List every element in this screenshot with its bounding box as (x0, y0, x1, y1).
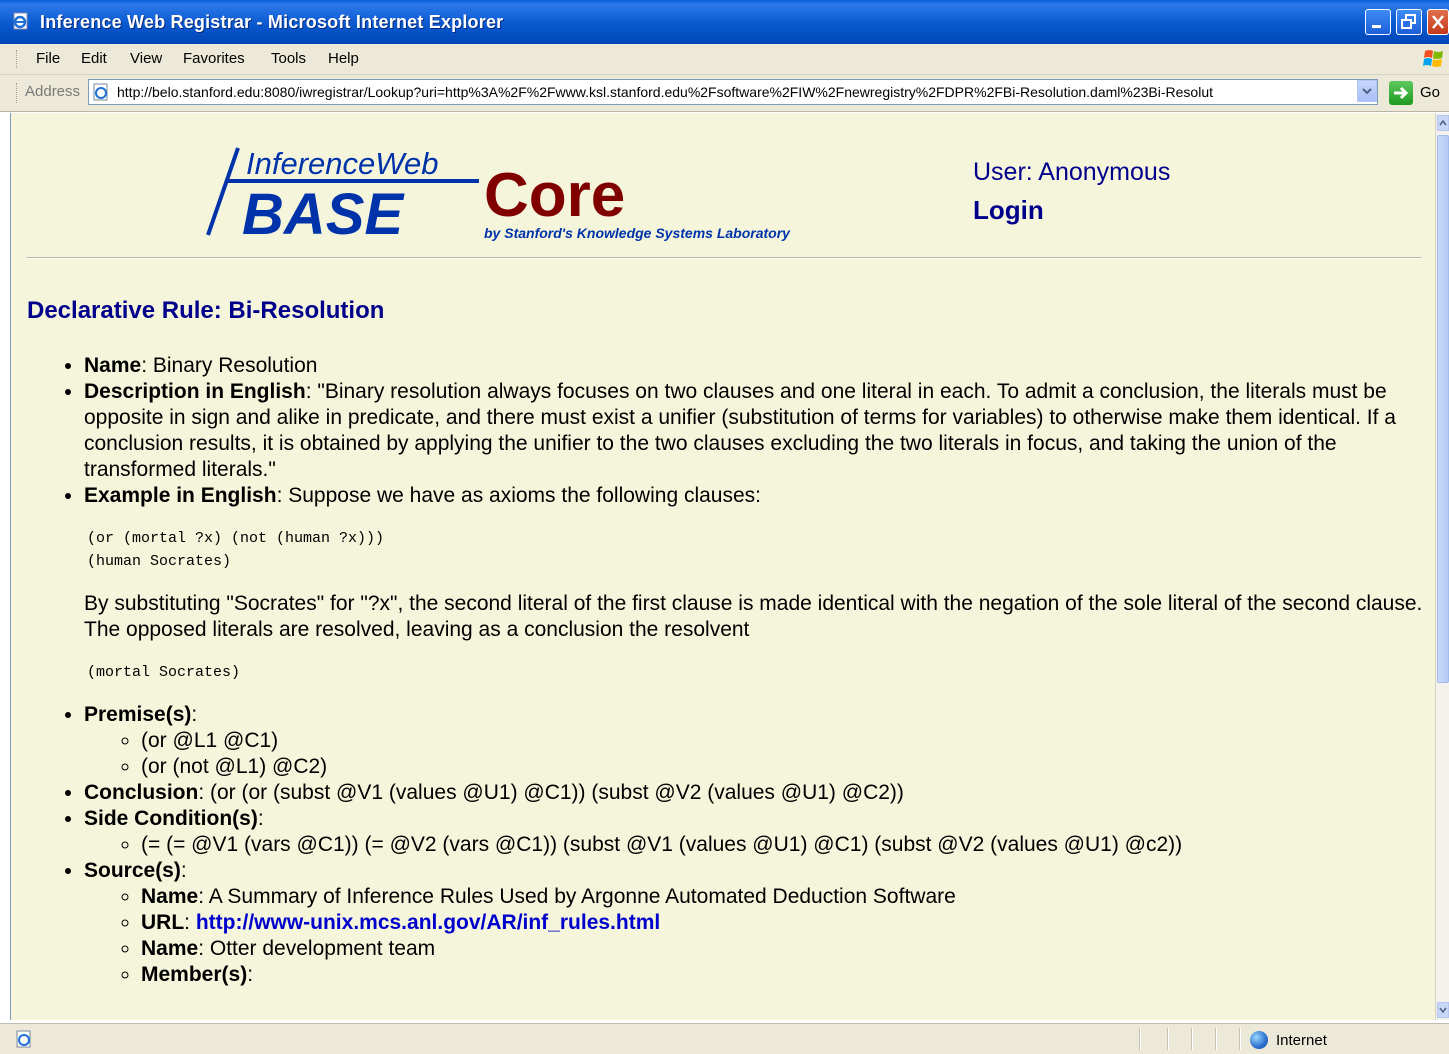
source-name-value: : A Summary of Inference Rules Used by A… (198, 885, 956, 908)
example-explanation: By substituting "Socrates" for "?x", the… (84, 592, 1423, 641)
ie-page-icon (13, 12, 28, 30)
toolbar-grip[interactable] (16, 83, 19, 103)
close-button[interactable] (1427, 9, 1449, 35)
vertical-scrollbar[interactable] (1435, 113, 1449, 1020)
premise-item: (or (not @L1) @C2) (141, 754, 1423, 780)
page-icon (93, 83, 108, 101)
menu-help[interactable]: Help (328, 50, 359, 67)
address-field[interactable]: http://belo.stanford.edu:8080/iwregistra… (88, 79, 1378, 105)
example-code: (or (mortal ?x) (not (human ?x))) (human… (87, 530, 385, 570)
scroll-thumb[interactable] (1437, 135, 1449, 683)
go-button[interactable] (1389, 81, 1413, 105)
side-conditions-list: (= (= @V1 (vars @C1)) (= @V2 (vars @C1))… (84, 832, 1423, 858)
example-label: Example in English (84, 484, 277, 507)
security-zone-label: Internet (1276, 1032, 1327, 1049)
list-item: Description in English: "Binary resoluti… (84, 379, 1423, 483)
source-name-value: : Otter development team (198, 937, 436, 960)
description-label: Description in English (84, 380, 306, 403)
page-title: Declarative Rule: Bi-Resolution (27, 297, 385, 324)
source-members-label: Member(s) (141, 963, 248, 986)
name-label: Name (84, 354, 142, 377)
close-icon (1432, 15, 1444, 29)
source-item: Name: Otter development team (141, 936, 1423, 962)
address-dropdown-button[interactable] (1357, 80, 1377, 102)
logo-core-text: Core (484, 161, 625, 230)
globe-icon (1250, 1031, 1268, 1049)
logo-base-text: BASE (242, 182, 405, 247)
status-separator (1191, 1028, 1193, 1050)
premises-list: (or @L1 @C1) (or (not @L1) @C2) (84, 728, 1423, 780)
status-separator (1167, 1028, 1169, 1050)
premises-colon: : (191, 703, 198, 726)
restore-icon (1401, 14, 1416, 29)
example-value: : Suppose we have as axioms the followin… (276, 484, 761, 507)
minimize-icon (1372, 25, 1381, 28)
logo-inferenceweb-text: InferenceWeb (246, 146, 438, 181)
source-item: Name: A Summary of Inference Rules Used … (141, 884, 1423, 910)
page-status-icon (16, 1030, 31, 1048)
scroll-up-button[interactable] (1437, 115, 1449, 131)
source-url-link[interactable]: http://www-unix.mcs.anl.gov/AR/inf_rules… (196, 911, 660, 934)
windows-logo-icon (1423, 50, 1443, 67)
address-bar: Address http://belo.stanford.edu:8080/iw… (0, 75, 1449, 112)
conclusion-label: Conclusion (84, 781, 199, 804)
menu-edit[interactable]: Edit (81, 50, 107, 67)
sources-colon: : (180, 859, 187, 882)
premises-label: Premise(s) (84, 703, 192, 726)
rule-property-list: Name: Binary Resolution Description in E… (27, 353, 1423, 988)
sources-list: Name: A Summary of Inference Rules Used … (84, 884, 1423, 988)
list-item: Name: Binary Resolution (84, 353, 1423, 379)
window-title: Inference Web Registrar - Microsoft Inte… (40, 12, 504, 32)
sources-label: Source(s) (84, 859, 181, 882)
premise-item: (or @L1 @C1) (141, 728, 1423, 754)
list-item: Premise(s): (or @L1 @C1) (or (not @L1) @… (84, 702, 1423, 780)
side-conditions-colon: : (257, 807, 264, 830)
minimize-button[interactable] (1365, 9, 1391, 35)
status-separator (1215, 1028, 1217, 1050)
conclusion-value: : (or (or (subst @V1 (values @U1) @C1)) … (198, 781, 904, 804)
source-item: Member(s): (141, 962, 1423, 988)
side-conditions-label: Side Condition(s) (84, 807, 258, 830)
toolbar-grip[interactable] (16, 50, 19, 68)
list-item: Side Condition(s): (= (= @V1 (vars @C1))… (84, 806, 1423, 858)
page-viewport: InferenceWeb BASE Core by Stanford's Kno… (10, 113, 1436, 1020)
source-name-label: Name (141, 937, 199, 960)
menu-file[interactable]: File (36, 50, 60, 67)
go-label[interactable]: Go (1420, 84, 1440, 101)
example-resolvent-code: (mortal Socrates) (87, 664, 241, 681)
source-url-label: URL (141, 911, 185, 934)
divider (27, 257, 1421, 259)
title-bar: Inference Web Registrar - Microsoft Inte… (0, 0, 1449, 44)
logo-byline-text: by Stanford's Knowledge Systems Laborato… (484, 225, 791, 241)
source-url-colon: : (184, 911, 196, 934)
address-url[interactable]: http://belo.stanford.edu:8080/iwregistra… (117, 84, 1347, 100)
status-bar: Internet (0, 1023, 1449, 1054)
user-label: User: Anonymous (973, 158, 1171, 186)
name-value: : Binary Resolution (141, 354, 318, 377)
chevron-down-icon (1362, 88, 1372, 95)
list-item: Conclusion: (or (or (subst @V1 (values @… (84, 780, 1423, 806)
source-name-label: Name (141, 885, 199, 908)
rule-details: Name: Binary Resolution Description in E… (27, 353, 1423, 988)
menu-favorites[interactable]: Favorites (183, 50, 245, 67)
source-members-colon: : (247, 963, 254, 986)
status-separator (1139, 1028, 1141, 1050)
list-item: Example in English: Suppose we have as a… (84, 483, 1423, 684)
status-separator (1239, 1028, 1241, 1050)
list-item: Source(s): Name: A Summary of Inference … (84, 858, 1423, 988)
side-condition-item: (= (= @V1 (vars @C1)) (= @V2 (vars @C1))… (141, 832, 1423, 858)
chevron-up-icon (1439, 119, 1447, 126)
restore-button[interactable] (1396, 9, 1422, 35)
chevron-down-icon (1439, 1007, 1447, 1014)
menu-view[interactable]: View (130, 50, 162, 67)
menu-tools[interactable]: Tools (271, 50, 306, 67)
arrow-right-icon (1394, 86, 1409, 100)
source-item: URL: http://www-unix.mcs.anl.gov/AR/inf_… (141, 910, 1423, 936)
menu-bar: File Edit View Favorites Tools Help (0, 44, 1449, 75)
inference-web-logo: InferenceWeb BASE Core by Stanford's Kno… (196, 140, 856, 250)
scroll-down-button[interactable] (1437, 1002, 1449, 1018)
login-link[interactable]: Login (973, 195, 1044, 226)
address-label: Address (25, 83, 81, 100)
